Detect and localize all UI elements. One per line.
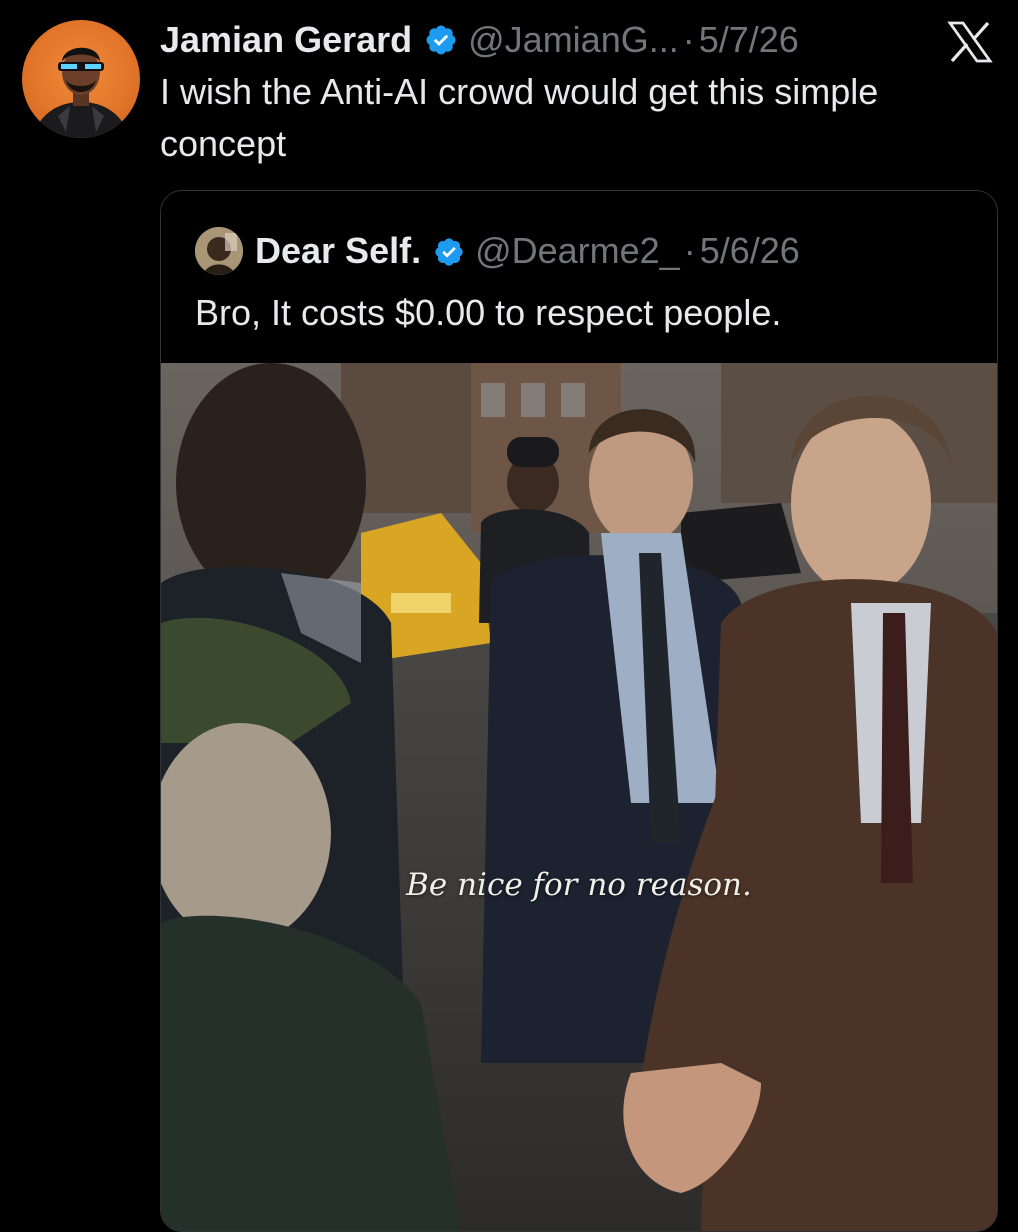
quoted-tweet-image[interactable]: Be nice for no reason. xyxy=(161,363,997,1231)
author-avatar[interactable] xyxy=(22,20,140,138)
separator-dot: · xyxy=(682,19,695,60)
avatar-portrait xyxy=(32,47,130,138)
separator-dot: · xyxy=(683,230,696,271)
quoted-author-handle[interactable]: @Dearme2_ xyxy=(475,230,680,272)
street-scene-illustration xyxy=(161,363,997,1231)
quoted-avatar-picture xyxy=(195,227,243,275)
quoted-author-name[interactable]: Dear Self. xyxy=(255,230,421,272)
quoted-tweet-text: Bro, It costs $0.00 to respect people. xyxy=(195,292,782,333)
tweet-date[interactable]: 5/7/26 xyxy=(699,19,799,61)
verified-badge-icon xyxy=(424,23,458,57)
quoted-author-avatar[interactable] xyxy=(195,227,243,275)
x-logo-icon xyxy=(946,20,994,64)
quoted-tweet-date[interactable]: 5/6/26 xyxy=(700,230,800,272)
tweet-header: Jamian Gerard @JamianG... · 5/7/26 xyxy=(160,16,799,64)
image-caption: Be nice for no reason. xyxy=(406,867,752,903)
author-handle[interactable]: @JamianG... xyxy=(468,19,679,61)
tweet-text: I wish the Anti-AI crowd would get this … xyxy=(160,71,879,164)
verified-badge-icon xyxy=(433,235,465,267)
author-name[interactable]: Jamian Gerard xyxy=(160,19,412,61)
quoted-tweet-header: Dear Self. @Dearme2_ · 5/6/26 xyxy=(255,225,800,277)
quoted-tweet-card[interactable]: Dear Self. @Dearme2_ · 5/6/26 Bro, It co… xyxy=(160,190,998,1232)
